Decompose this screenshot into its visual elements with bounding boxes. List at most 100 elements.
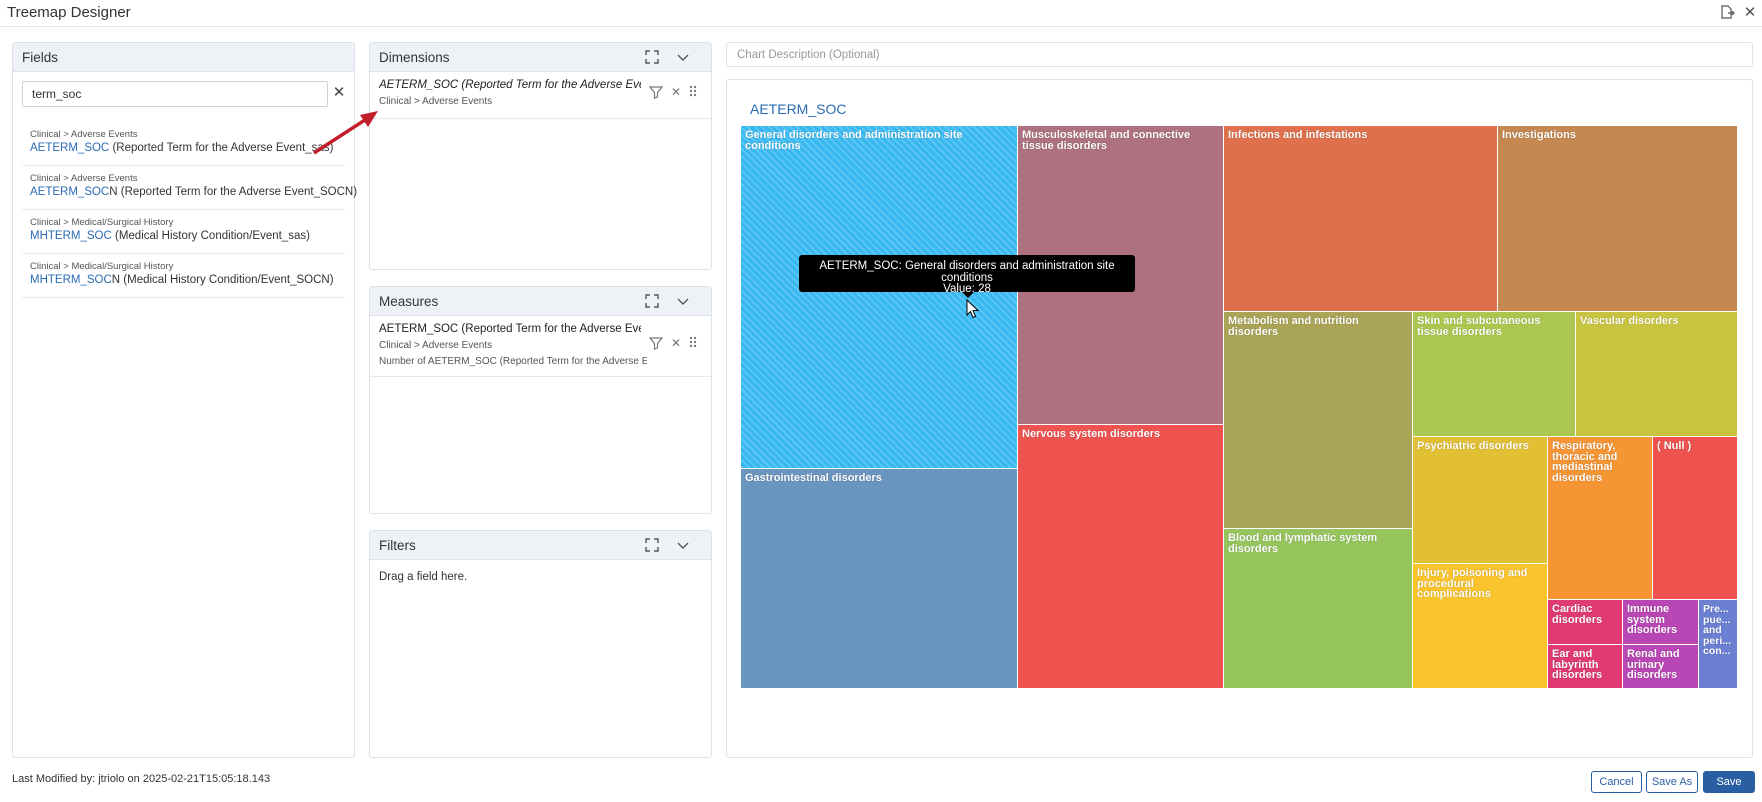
treemap-tile[interactable]: Ear and labyrinth disorders — [1548, 645, 1623, 689]
treemap-tile[interactable]: General disorders and administration sit… — [741, 126, 1018, 469]
treemap-tile-label: Ear and labyrinth disorders — [1552, 648, 1603, 681]
treemap: General disorders and administration sit… — [741, 126, 1738, 689]
field-list: Clinical > Adverse Events AETERM_SOC (Re… — [22, 122, 357, 298]
tooltip-value: Value: 28 — [943, 283, 991, 295]
treemap-tile-label: Immune system disorders — [1627, 603, 1678, 636]
treemap-tile-label: Renal and urinary disorders — [1627, 648, 1680, 681]
tooltip-label: AETERM_SOC: General disorders and admini… — [819, 260, 1115, 284]
treemap-tile-label: ( Null ) — [1657, 440, 1692, 452]
treemap-tile[interactable]: Nervous system disorders — [1018, 425, 1224, 689]
chart-panel: AETERM_SOC General disorders and adminis… — [726, 79, 1753, 758]
chevron-down-icon[interactable] — [675, 293, 692, 310]
mouse-cursor-icon — [966, 299, 980, 319]
chart-description-input[interactable] — [726, 42, 1753, 67]
treemap-tile[interactable]: Cardiac disorders — [1548, 600, 1623, 645]
treemap-tile-label: Injury, poisoning and procedural complic… — [1417, 567, 1528, 600]
treemap-tile-label: Nervous system disorders — [1022, 428, 1161, 440]
save-as-button[interactable]: Save As — [1646, 771, 1698, 793]
treemap-tile-label: Respiratory, thoracic and mediastinal di… — [1552, 440, 1618, 484]
field-name: MHTERM_SOCN (Medical History Condition/E… — [30, 274, 345, 286]
expand-icon[interactable] — [644, 537, 661, 554]
measure-card[interactable]: AETERM_SOC (Reported Term for the Advers… — [370, 316, 711, 377]
drag-handle-icon[interactable] — [686, 84, 700, 98]
field-name: MHTERM_SOC (Medical History Condition/Ev… — [30, 230, 345, 242]
treemap-tile[interactable]: Investigations — [1498, 126, 1738, 312]
chevron-down-icon[interactable] — [675, 49, 692, 66]
treemap-tile[interactable]: Psychiatric disorders — [1413, 437, 1548, 564]
field-match-prefix: MH — [30, 230, 48, 242]
chart-tooltip: AETERM_SOC: General disorders and admini… — [799, 255, 1135, 298]
measures-panel: Measures AETERM_SOC (Reported Term for t… — [369, 286, 712, 514]
dimensions-panel: Dimensions AETERM_SOC (Reported Term for… — [369, 42, 712, 270]
treemap-tile[interactable]: Immune system disorders — [1623, 600, 1699, 645]
field-search-input[interactable] — [22, 81, 328, 107]
field-match: TERM_SOC — [47, 230, 112, 242]
treemap-tile-label: Psychiatric disorders — [1417, 440, 1529, 452]
fields-panel: Fields ✕ Clinical > Adverse Events AETER… — [12, 42, 357, 758]
fields-title: Fields — [22, 50, 59, 65]
treemap-tile[interactable]: Gastrointestinal disorders — [741, 469, 1018, 689]
expand-icon[interactable] — [644, 293, 661, 310]
field-item[interactable]: Clinical > Adverse Events AETERM_SOCN (R… — [22, 166, 357, 210]
field-name-rest: (Medical History Condition/Event_sas) — [111, 230, 310, 242]
field-item[interactable]: Clinical > Medical/Surgical History MHTE… — [22, 254, 345, 298]
treemap-tile[interactable]: Respiratory, thoracic and mediastinal di… — [1548, 437, 1653, 600]
treemap-tile-label: Vascular disorders — [1580, 315, 1679, 327]
treemap-tile[interactable]: Vascular disorders — [1576, 312, 1738, 437]
field-match: AETERM_SOC — [30, 186, 110, 198]
field-name-rest: N (Reported Term for the Adverse Event_S… — [109, 186, 358, 198]
filters-drop-zone[interactable]: Drag a field here. — [379, 571, 467, 583]
field-path: Clinical > Adverse Events — [30, 129, 138, 140]
field-path: Clinical > Medical/Surgical History — [30, 261, 174, 272]
treemap-tile[interactable]: Renal and urinary disorders — [1623, 645, 1699, 689]
measure-aggregation: Number of AETERM_SOC (Reported Term for … — [379, 356, 647, 367]
field-path: Clinical > Adverse Events — [30, 173, 138, 184]
window-title: Treemap Designer — [7, 4, 131, 21]
cancel-button[interactable]: Cancel — [1591, 771, 1642, 793]
treemap-tile[interactable]: Injury, poisoning and procedural complic… — [1413, 564, 1548, 689]
measures-title: Measures — [379, 294, 439, 309]
treemap-tile-label: Gastrointestinal disorders — [745, 472, 882, 484]
field-name: AETERM_SOCN (Reported Term for the Adver… — [30, 186, 357, 198]
remove-icon[interactable]: ✕ — [669, 85, 683, 99]
expand-icon[interactable] — [644, 49, 661, 66]
field-path: Clinical > Medical/Surgical History — [30, 217, 174, 228]
filters-panel: Filters Drag a field here. — [369, 530, 712, 758]
field-match: AETERM_SOC — [30, 142, 110, 154]
close-icon[interactable]: ✕ — [1741, 4, 1759, 22]
treemap-tile-label: Investigations — [1502, 129, 1576, 141]
field-item[interactable]: Clinical > Medical/Surgical History MHTE… — [22, 210, 345, 254]
treemap-tile[interactable]: Metabolism and nutrition disorders — [1224, 312, 1413, 529]
dimension-card-title: AETERM_SOC (Reported Term for the Advers… — [379, 79, 641, 91]
field-name-rest: (Reported Term for the Adverse Event_sas… — [109, 142, 334, 154]
chevron-down-icon[interactable] — [675, 537, 692, 554]
field-match-prefix: MH — [30, 274, 48, 286]
treemap-tile-label: Cardiac disorders — [1552, 603, 1603, 626]
treemap-tile-label: Infections and infestations — [1228, 129, 1368, 141]
treemap-tile[interactable]: ( Null ) — [1653, 437, 1738, 600]
field-name-rest: N (Medical History Condition/Event_SOCN) — [111, 274, 334, 286]
field-item[interactable]: Clinical > Adverse Events AETERM_SOC (Re… — [22, 122, 345, 166]
treemap-tile[interactable]: Pre... pue... and peri... con... — [1699, 600, 1738, 689]
treemap-tile[interactable]: Skin and subcutaneous tissue disorders — [1413, 312, 1576, 437]
treemap-tile[interactable]: Blood and lymphatic system disorders — [1224, 529, 1413, 689]
filter-icon[interactable] — [648, 85, 664, 99]
filter-icon[interactable] — [648, 336, 664, 350]
treemap-tile[interactable]: Infections and infestations — [1224, 126, 1498, 312]
field-name: AETERM_SOC (Reported Term for the Advers… — [30, 142, 345, 154]
filters-header: Filters — [370, 531, 711, 560]
remove-icon[interactable]: ✕ — [669, 336, 683, 350]
treemap-tile-label: Metabolism and nutrition disorders — [1228, 315, 1359, 338]
dimensions-header: Dimensions — [370, 43, 711, 72]
export-icon[interactable] — [1718, 4, 1736, 22]
field-match: TERM_SOC — [47, 274, 112, 286]
clear-search-icon[interactable]: ✕ — [331, 83, 347, 103]
filters-title: Filters — [379, 538, 416, 553]
save-button[interactable]: Save — [1703, 771, 1755, 793]
dimension-card[interactable]: AETERM_SOC (Reported Term for the Advers… — [370, 72, 711, 119]
drag-handle-icon[interactable] — [686, 335, 700, 349]
measures-header: Measures — [370, 287, 711, 316]
fields-header: Fields — [13, 43, 354, 72]
treemap-tile-label: Musculoskeletal and connective tissue di… — [1022, 129, 1191, 152]
field-search — [22, 81, 328, 107]
